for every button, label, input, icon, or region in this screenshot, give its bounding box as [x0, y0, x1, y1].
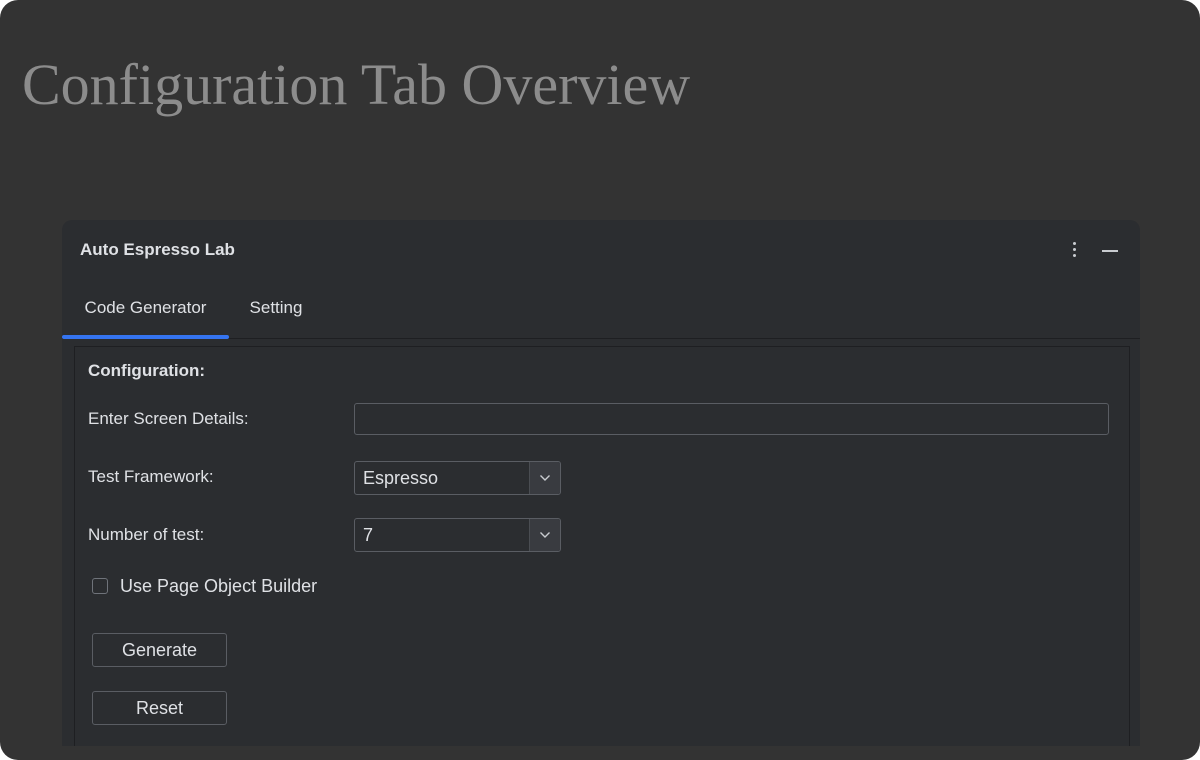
page-heading: Configuration Tab Overview: [22, 52, 691, 117]
number-of-test-value: 7: [363, 525, 374, 545]
generate-button[interactable]: Generate: [92, 633, 227, 667]
number-of-test-label: Number of test:: [88, 525, 205, 544]
chevron-down-icon: [540, 475, 550, 481]
page-object-builder-checkbox[interactable]: [92, 578, 108, 594]
tab-setting[interactable]: Setting: [235, 282, 317, 338]
minimize-icon[interactable]: [1098, 236, 1122, 264]
tab-code-generator-label: Code Generator: [84, 298, 207, 317]
reset-button[interactable]: Reset: [92, 691, 227, 725]
test-framework-select[interactable]: Espresso: [354, 461, 561, 495]
tab-code-generator[interactable]: Code Generator: [62, 282, 229, 339]
tab-bar: Code Generator Setting: [62, 282, 1140, 339]
number-of-test-select[interactable]: 7: [354, 518, 561, 552]
auto-espresso-lab-tool-window: Auto Espresso Lab Code Generator Setting…: [62, 220, 1140, 746]
tool-window-header: Auto Espresso Lab: [62, 220, 1140, 282]
test-framework-dropdown-button[interactable]: [529, 462, 560, 494]
selected-tab-indicator: [62, 335, 229, 339]
configuration-section-title: Configuration:: [88, 361, 206, 380]
page-object-builder-label: Use Page Object Builder: [120, 576, 318, 596]
tab-setting-label: Setting: [249, 298, 303, 317]
configuration-panel: Configuration: Enter Screen Details: Tes…: [74, 346, 1130, 746]
screenshot-frame: Configuration Tab Overview Auto Espresso…: [0, 0, 1200, 760]
screen-details-input[interactable]: [354, 403, 1109, 435]
screen-details-label: Enter Screen Details:: [88, 409, 249, 428]
chevron-down-icon: [540, 532, 550, 538]
tool-window-title: Auto Espresso Lab: [80, 240, 235, 259]
test-framework-label: Test Framework:: [88, 467, 214, 486]
kebab-vertical-icon[interactable]: [1064, 236, 1084, 264]
number-of-test-dropdown-button[interactable]: [529, 519, 560, 551]
test-framework-value: Espresso: [363, 468, 439, 488]
